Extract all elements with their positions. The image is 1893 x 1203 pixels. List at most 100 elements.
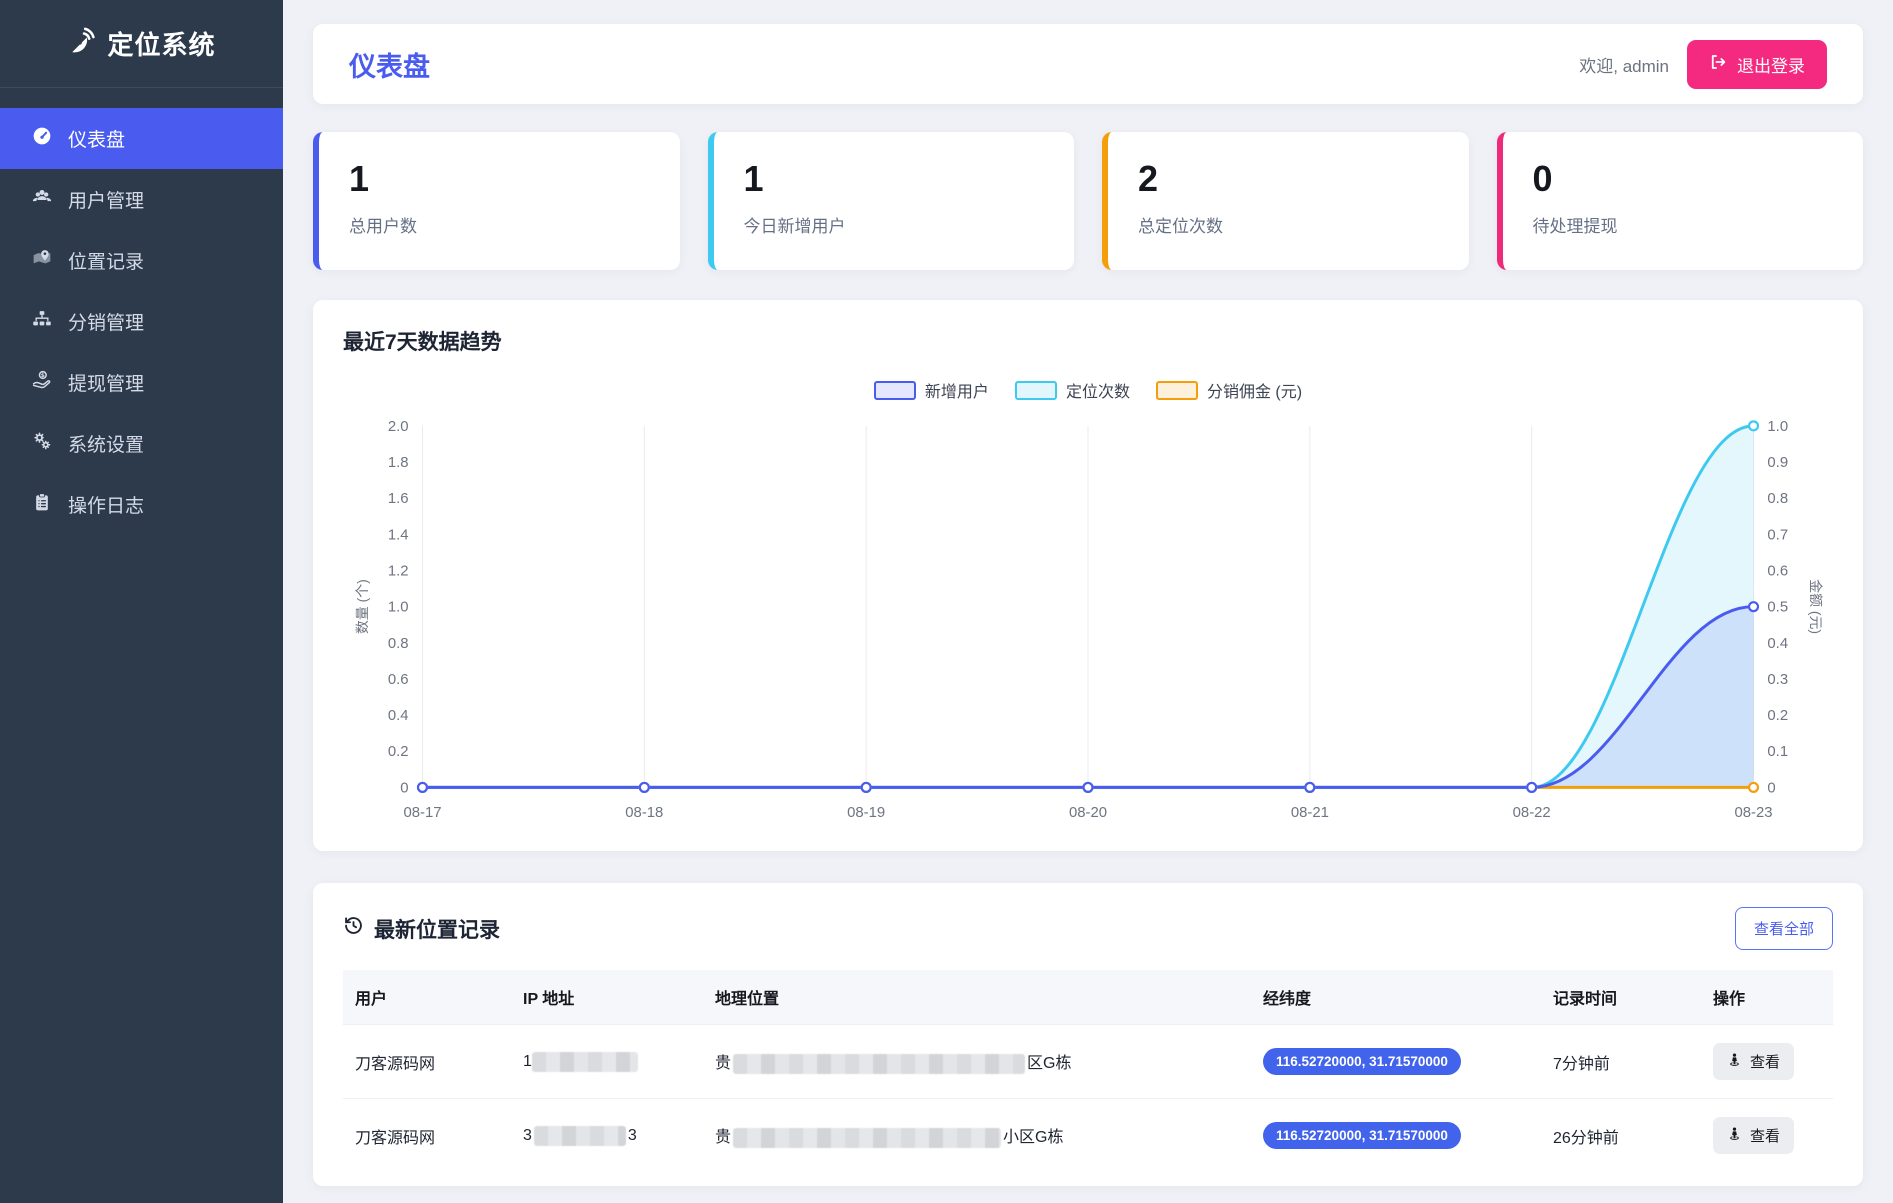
cell-action: 查看 [1701,1099,1833,1173]
legend-item[interactable]: 新增用户 [874,378,989,402]
sidebar-item-label: 用户管理 [68,186,144,213]
stat-card-new-users-today: 1 今日新增用户 [708,132,1075,270]
sidebar: 定位系统 仪表盘 用户管理 位置记录 分销管理 [0,0,283,1203]
page-title: 仪表盘 [349,45,430,84]
table-header-row: 用户 IP 地址 地理位置 经纬度 记录时间 操作 [343,970,1833,1025]
cell-user: 刀客源码网 [343,1099,511,1173]
redacted-address [733,1128,1001,1148]
cell-geo: 贵小区G栋 [703,1099,1251,1173]
view-button[interactable]: 查看 [1713,1117,1794,1154]
history-icon [343,915,364,942]
cell-geo: 贵区G栋 [703,1025,1251,1099]
svg-text:08-19: 08-19 [847,805,885,821]
view-all-button[interactable]: 查看全部 [1735,907,1833,950]
street-view-icon [1727,1052,1742,1071]
svg-text:0.5: 0.5 [1767,600,1788,616]
satellite-dish-icon [67,27,95,60]
svg-text:0.4: 0.4 [388,708,409,724]
cell-coords: 116.52720000, 31.71570000 [1251,1025,1541,1099]
page-header: 仪表盘 欢迎, admin 退出登录 [313,24,1863,104]
chart-legend: 新增用户 定位次数 分销佣金 (元) [343,378,1833,402]
cell-time: 26分钟前 [1541,1099,1701,1173]
col-ip: IP 地址 [511,970,703,1025]
sidebar-item-settings[interactable]: 系统设置 [0,413,283,474]
svg-text:1.6: 1.6 [388,491,409,507]
redacted-address [733,1054,1025,1074]
sidebar-menu: 仪表盘 用户管理 位置记录 分销管理 $ 提现管理 [0,88,283,535]
coords-badge: 116.52720000, 31.71570000 [1263,1122,1461,1149]
sidebar-item-label: 分销管理 [68,308,144,335]
svg-text:0.8: 0.8 [388,636,409,652]
col-action: 操作 [1701,970,1833,1025]
cell-ip: 1 [511,1025,703,1099]
dashboard-icon [32,126,52,152]
sidebar-item-label: 提现管理 [68,369,144,396]
sitemap-icon [32,309,52,335]
sidebar-item-withdrawal[interactable]: $ 提现管理 [0,352,283,413]
legend-item[interactable]: 定位次数 [1015,378,1130,402]
svg-text:0.3: 0.3 [1767,672,1788,688]
app-title: 定位系统 [107,25,215,62]
legend-swatch [1015,381,1057,400]
sidebar-item-label: 位置记录 [68,247,144,274]
stat-value: 1 [349,158,650,200]
trend-chart: 00.20.40.60.81.01.21.41.61.82.000.10.20.… [343,404,1833,833]
cell-coords: 116.52720000, 31.71570000 [1251,1099,1541,1173]
welcome-text: 欢迎, admin [1579,52,1669,77]
svg-text:0.2: 0.2 [1767,708,1788,724]
stat-card-pending-withdrawals: 0 待处理提现 [1497,132,1864,270]
svg-text:1.8: 1.8 [388,455,409,471]
sidebar-item-location-records[interactable]: 位置记录 [0,230,283,291]
svg-text:0.6: 0.6 [388,672,409,688]
main-content: 仪表盘 欢迎, admin 退出登录 1 总用户数 1 今日新增用户 2 总定位… [283,0,1893,1203]
stat-value: 0 [1533,158,1834,200]
stat-card-total-locates: 2 总定位次数 [1102,132,1469,270]
logout-button[interactable]: 退出登录 [1687,40,1827,89]
sidebar-item-logs[interactable]: 操作日志 [0,474,283,535]
cell-ip: 33 [511,1099,703,1173]
users-icon [32,187,52,213]
line-chart-svg: 00.20.40.60.81.01.21.41.61.82.000.10.20.… [343,404,1833,833]
records-table: 用户 IP 地址 地理位置 经纬度 记录时间 操作 刀客源码网 1 贵区G栋 1… [343,970,1833,1172]
sidebar-item-label: 操作日志 [68,491,144,518]
svg-text:0.6: 0.6 [1767,563,1788,579]
svg-text:0.4: 0.4 [1767,636,1788,652]
sidebar-item-label: 系统设置 [68,430,144,457]
records-title: 最新位置记录 [374,914,500,944]
redacted-ip [534,1126,626,1146]
sidebar-item-users[interactable]: 用户管理 [0,169,283,230]
sign-out-icon [1709,53,1727,76]
svg-text:1.0: 1.0 [388,600,409,616]
table-row: 刀客源码网 33 贵小区G栋 116.52720000, 31.71570000… [343,1099,1833,1173]
legend-swatch [874,381,916,400]
col-time: 记录时间 [1541,970,1701,1025]
svg-text:0.2: 0.2 [388,744,409,760]
svg-text:08-22: 08-22 [1513,805,1551,821]
stat-card-total-users: 1 总用户数 [313,132,680,270]
street-view-icon [1727,1126,1742,1145]
map-marker-icon [32,248,52,274]
svg-text:1.2: 1.2 [388,563,409,579]
stat-value: 2 [1138,158,1439,200]
stat-label: 今日新增用户 [744,212,1045,237]
coords-badge: 116.52720000, 31.71570000 [1263,1048,1461,1075]
svg-text:0: 0 [1767,780,1775,796]
sidebar-item-dashboard[interactable]: 仪表盘 [0,108,283,169]
svg-text:08-23: 08-23 [1734,805,1772,821]
sidebar-item-distribution[interactable]: 分销管理 [0,291,283,352]
gears-icon [32,431,52,457]
svg-text:0.7: 0.7 [1767,527,1788,543]
view-button[interactable]: 查看 [1713,1043,1794,1080]
legend-item[interactable]: 分销佣金 (元) [1156,378,1302,402]
chart-title: 最近7天数据趋势 [343,326,1833,356]
stat-label: 总用户数 [349,212,650,237]
svg-text:0.1: 0.1 [1767,744,1788,760]
svg-text:08-17: 08-17 [403,805,441,821]
hand-dollar-icon: $ [32,370,52,396]
svg-text:08-21: 08-21 [1291,805,1329,821]
table-row: 刀客源码网 1 贵区G栋 116.52720000, 31.71570000 7… [343,1025,1833,1099]
stat-label: 总定位次数 [1138,212,1439,237]
svg-text:2.0: 2.0 [388,419,409,435]
svg-text:1.4: 1.4 [388,527,409,543]
cell-action: 查看 [1701,1025,1833,1099]
